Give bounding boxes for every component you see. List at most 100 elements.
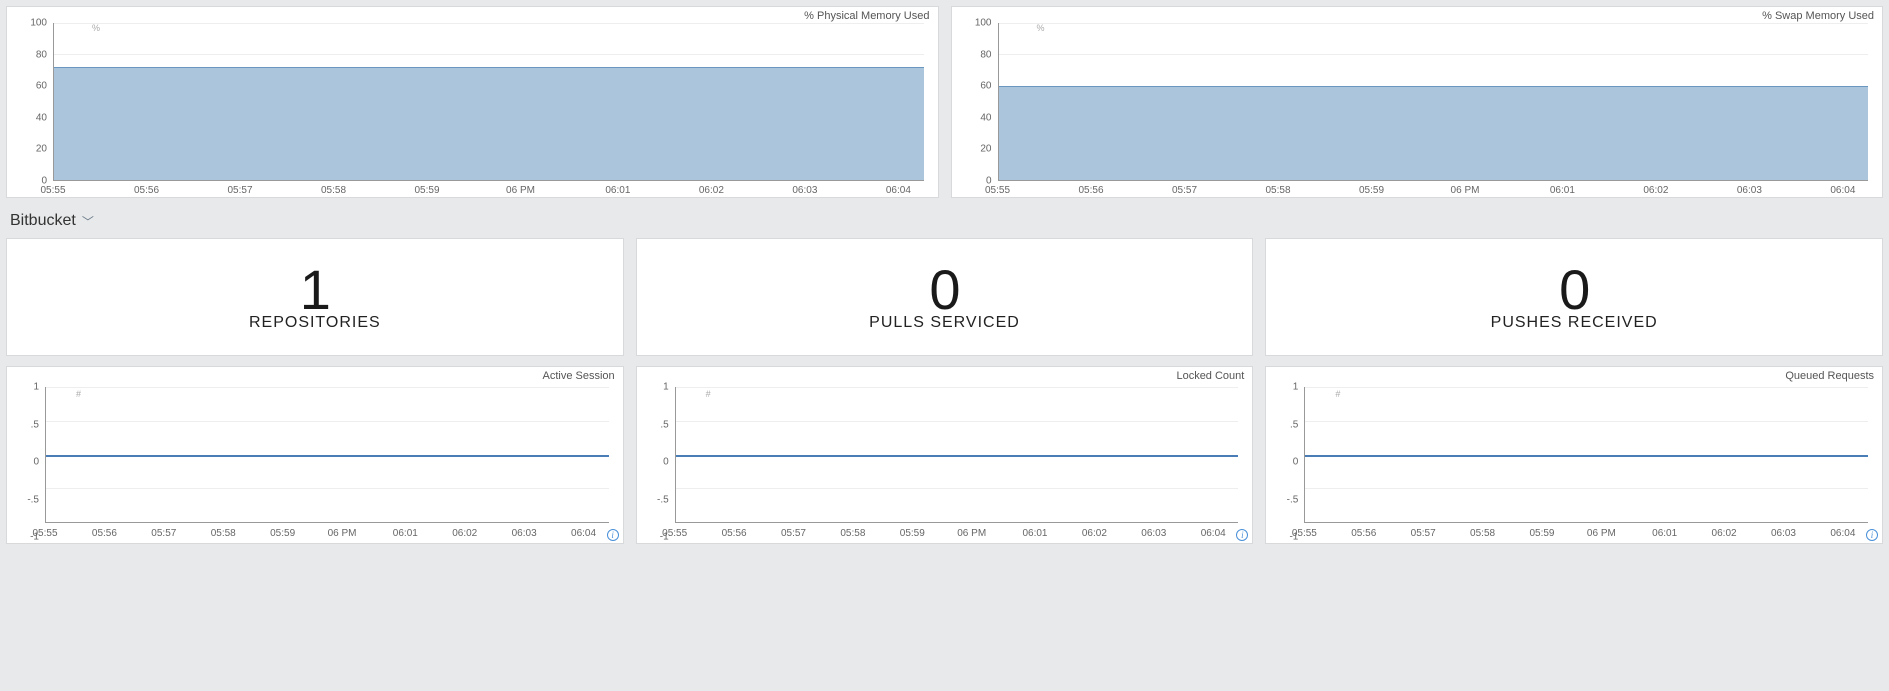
unit-label: # (706, 389, 711, 399)
y-tick: .5 (1276, 419, 1298, 430)
active-session-panel[interactable]: Active Session 1 .5 0 -.5 -1 # 05:55 05:… (6, 366, 624, 544)
x-tick: 05:59 (414, 185, 439, 199)
locked-count-chart: 1 .5 0 -.5 -1 # 05:55 05:56 05:57 05:58 … (647, 387, 1243, 537)
y-tick: 0 (647, 457, 669, 468)
x-tick: 05:57 (1172, 185, 1197, 199)
y-tick: 80 (964, 49, 992, 60)
x-tick: 06:01 (393, 528, 418, 539)
info-icon[interactable]: i (1236, 529, 1248, 541)
unit-label: # (76, 389, 81, 399)
x-tick: 06:04 (571, 528, 596, 539)
chart-fill (54, 67, 924, 180)
chart-plot: # (1304, 387, 1868, 523)
x-tick: 05:56 (722, 528, 747, 539)
chart-title: Queued Requests (1785, 370, 1874, 382)
info-icon[interactable]: i (1866, 529, 1878, 541)
bitbucket-section-header[interactable]: Bitbucket ﹀ (0, 198, 1889, 238)
physical-memory-chart: 100 80 60 40 20 0 % 05:55 05:56 05:57 05… (17, 23, 928, 181)
queued-requests-chart: 1 .5 0 -.5 -1 # 05:55 05:56 05:57 05:58 … (1276, 387, 1872, 537)
x-tick: 06 PM (506, 185, 535, 199)
y-tick: 1 (647, 382, 669, 393)
y-tick: 100 (19, 18, 47, 29)
x-tick: 05:57 (1411, 528, 1436, 539)
swap-memory-chart: 100 80 60 40 20 0 % 05:55 05:56 05:57 05… (962, 23, 1873, 181)
x-tick: 06:04 (1830, 185, 1855, 199)
chart-title: Active Session (543, 370, 615, 382)
y-tick: 40 (19, 112, 47, 123)
chart-title: % Physical Memory Used (804, 10, 929, 22)
chart-plot: % (53, 23, 924, 181)
section-title: Bitbucket (10, 212, 76, 230)
x-tick: 05:56 (1351, 528, 1376, 539)
stat-value: 0 (929, 262, 959, 318)
x-tick: 05:57 (781, 528, 806, 539)
x-axis: 05:55 05:56 05:57 05:58 05:59 06 PM 06:0… (1304, 528, 1868, 539)
repositories-card[interactable]: 1 REPOSITORIES (6, 238, 624, 356)
x-tick: 06:01 (1550, 185, 1575, 199)
x-tick: 06:02 (699, 185, 724, 199)
x-tick: 06:01 (1022, 528, 1047, 539)
x-tick: 06:02 (1643, 185, 1668, 199)
chart-title: Locked Count (1176, 370, 1244, 382)
x-tick: 05:55 (985, 185, 1010, 199)
x-tick: 06:03 (512, 528, 537, 539)
chart-line (46, 455, 609, 457)
y-tick: 0 (17, 457, 39, 468)
x-axis: 05:55 05:56 05:57 05:58 05:59 06 PM 06:0… (53, 185, 924, 199)
x-axis: 05:55 05:56 05:57 05:58 05:59 06 PM 06:0… (998, 185, 1869, 199)
x-tick: 06:04 (1830, 528, 1855, 539)
x-tick: 05:58 (321, 185, 346, 199)
swap-memory-panel[interactable]: % Swap Memory Used 100 80 60 40 20 0 % 0… (951, 6, 1884, 198)
pushes-received-card[interactable]: 0 PUSHES RECEIVED (1265, 238, 1883, 356)
y-tick: .5 (647, 419, 669, 430)
chart-plot: % (998, 23, 1869, 181)
stat-label: PUSHES RECEIVED (1491, 314, 1658, 332)
active-session-chart: 1 .5 0 -.5 -1 # 05:55 05:56 05:57 05:58 … (17, 387, 613, 537)
physical-memory-panel[interactable]: % Physical Memory Used 100 80 60 40 20 0… (6, 6, 939, 198)
unit-label: % (1037, 23, 1045, 33)
x-tick: 06 PM (1451, 185, 1480, 199)
y-tick: 80 (19, 49, 47, 60)
stat-label: REPOSITORIES (249, 314, 381, 332)
stat-value: 0 (1559, 262, 1589, 318)
chevron-down-icon: ﹀ (82, 213, 94, 230)
x-tick: 05:58 (1265, 185, 1290, 199)
locked-count-panel[interactable]: Locked Count 1 .5 0 -.5 -1 # 05:55 05:56… (636, 366, 1254, 544)
x-tick: 05:56 (1078, 185, 1103, 199)
info-icon[interactable]: i (607, 529, 619, 541)
x-tick: 06:01 (1652, 528, 1677, 539)
y-tick: 20 (19, 144, 47, 155)
x-tick: 05:58 (1470, 528, 1495, 539)
chart-fill (999, 86, 1869, 180)
chart-line (1305, 455, 1868, 457)
x-tick: 05:56 (92, 528, 117, 539)
x-tick: 06 PM (328, 528, 357, 539)
x-tick: 05:55 (662, 528, 687, 539)
x-tick: 06:02 (1082, 528, 1107, 539)
y-tick: 0 (1276, 457, 1298, 468)
x-tick: 06:04 (1201, 528, 1226, 539)
pulls-serviced-card[interactable]: 0 PULLS SERVICED (636, 238, 1254, 356)
stat-value: 1 (300, 262, 330, 318)
queued-requests-panel[interactable]: Queued Requests 1 .5 0 -.5 -1 # 05:55 05… (1265, 366, 1883, 544)
y-tick: 60 (964, 81, 992, 92)
x-tick: 05:59 (1529, 528, 1554, 539)
y-tick: -.5 (17, 494, 39, 505)
x-tick: 06:01 (605, 185, 630, 199)
x-axis: 05:55 05:56 05:57 05:58 05:59 06 PM 06:0… (675, 528, 1239, 539)
x-axis: 05:55 05:56 05:57 05:58 05:59 06 PM 06:0… (45, 528, 609, 539)
x-tick: 06:02 (452, 528, 477, 539)
x-tick: 05:58 (840, 528, 865, 539)
x-tick: 05:57 (227, 185, 252, 199)
x-tick: 06:03 (1141, 528, 1166, 539)
y-tick: 1 (17, 382, 39, 393)
y-tick: 40 (964, 112, 992, 123)
chart-plot: # (45, 387, 609, 523)
mini-charts-row: Active Session 1 .5 0 -.5 -1 # 05:55 05:… (0, 356, 1889, 544)
unit-label: # (1335, 389, 1340, 399)
x-tick: 06:03 (792, 185, 817, 199)
x-tick: 05:55 (1292, 528, 1317, 539)
x-tick: 05:59 (1359, 185, 1384, 199)
x-tick: 06:03 (1771, 528, 1796, 539)
y-tick: 20 (964, 144, 992, 155)
